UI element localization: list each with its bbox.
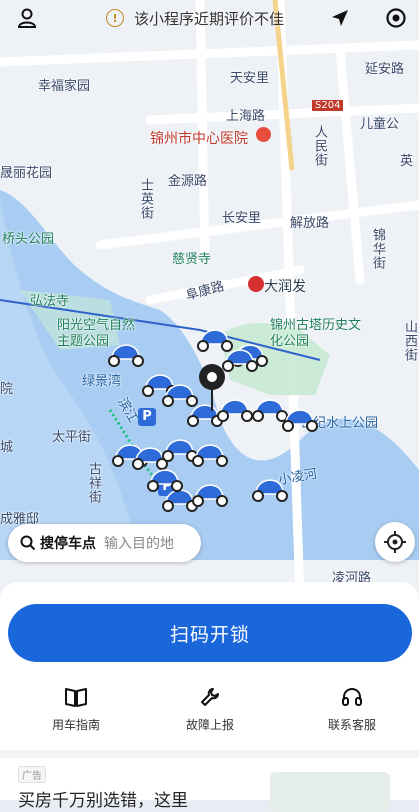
divider (0, 750, 419, 758)
target-icon[interactable] (382, 4, 410, 32)
ad-tag: 广告 (18, 766, 46, 783)
bike-marker[interactable] (252, 399, 288, 422)
bike-marker[interactable] (162, 489, 198, 512)
locate-button[interactable] (375, 522, 415, 562)
guide-action[interactable]: 用车指南 (26, 682, 126, 733)
user-icon[interactable] (13, 4, 41, 32)
bike-marker[interactable] (252, 479, 288, 502)
ad-title: 买房千万别选错，这里 (18, 791, 188, 811)
map-view[interactable]: 幸福家园 天安里 延安路 上海路 S204 锦州市中心医院 儿童公 人民街 英 … (0, 0, 419, 600)
hospital-icon (256, 127, 271, 142)
service-label: 联系客服 (327, 718, 376, 732)
destination-input[interactable]: 输入目的地 (104, 533, 174, 553)
bottom-sheet: 扫码开锁 用车指南 故障上报 联系客服 广告 买房千万别选错，这里 (0, 582, 419, 812)
search-icon (20, 535, 36, 551)
bike-marker[interactable] (192, 484, 228, 507)
report-action[interactable]: 故障上报 (160, 682, 260, 733)
bikes-layer[interactable] (0, 0, 419, 600)
notice-text: 该小程序近期评价不佳 (134, 9, 285, 28)
bike-marker[interactable] (192, 444, 228, 467)
bike-marker[interactable] (147, 469, 183, 492)
store-icon (248, 276, 264, 292)
navigation-icon[interactable] (326, 4, 354, 32)
ad-banner[interactable]: 广告 买房千万别选错，这里 (0, 758, 419, 812)
rating-notice[interactable]: ! 该小程序近期评价不佳 (106, 6, 284, 30)
report-label: 故障上报 (185, 718, 234, 732)
book-icon (65, 688, 87, 707)
headset-icon (342, 687, 362, 706)
scan-unlock-button[interactable]: 扫码开锁 (8, 604, 412, 662)
guide-label: 用车指南 (51, 718, 100, 732)
crosshair-icon (384, 531, 406, 553)
info-icon: ! (106, 9, 124, 27)
search-label: 搜停车点 (40, 536, 96, 552)
ad-thumbnail (270, 772, 390, 812)
service-action[interactable]: 联系客服 (302, 682, 402, 733)
parking-search-bar[interactable]: 搜停车点 输入目的地 (8, 524, 201, 562)
wrench-icon (201, 688, 219, 706)
location-pin-stem (211, 389, 213, 411)
bike-marker[interactable] (187, 404, 223, 427)
bike-marker[interactable] (282, 409, 318, 432)
bike-marker[interactable] (197, 329, 233, 352)
bike-marker[interactable] (217, 399, 253, 422)
top-bar: ! 该小程序近期评价不佳 (0, 0, 419, 36)
bike-marker[interactable] (108, 344, 144, 367)
location-pin-icon (199, 364, 225, 390)
bike-marker[interactable] (162, 439, 198, 462)
